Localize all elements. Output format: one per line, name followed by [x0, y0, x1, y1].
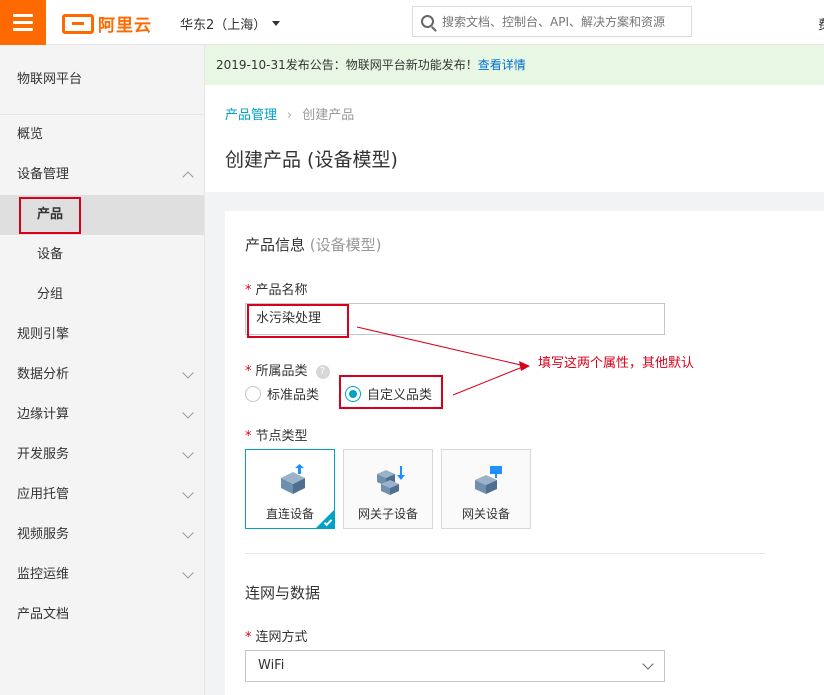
sidebar-item-rule-engine[interactable]: 规则引擎 [0, 315, 204, 355]
node-type-gateway-device[interactable]: 网关设备 [441, 449, 531, 529]
top-right-link[interactable]: 费 [818, 14, 824, 33]
field-label-text: 所属品类 [255, 364, 308, 379]
sidebar-item-monitoring[interactable]: 监控运维 [0, 555, 204, 595]
sidebar-item-product-docs[interactable]: 产品文档 [0, 595, 204, 635]
section-network-data: 连网与数据 [245, 584, 321, 602]
sidebar-item-data-analysis[interactable]: 数据分析 [0, 355, 204, 395]
sidebar-item-label: 开发服务 [17, 447, 70, 462]
region-selector[interactable]: 华东2（上海） [180, 14, 281, 33]
required-mark: * [245, 283, 252, 298]
breadcrumb: 产品管理 › 创建产品 [225, 104, 354, 123]
section-divider [245, 553, 765, 554]
sidebar-item-label: 产品 [37, 207, 64, 222]
node-type-gateway-sub-device[interactable]: 网关子设备 [343, 449, 433, 529]
search-icon [421, 15, 434, 28]
select-value: WiFi [258, 658, 285, 673]
sidebar-item-edge-computing[interactable]: 边缘计算 [0, 395, 204, 435]
sidebar-item-label: 视频服务 [17, 527, 70, 542]
sidebar-item-label: 产品文档 [17, 607, 70, 622]
field-label-text: 产品名称 [255, 283, 308, 298]
sidebar-item-label: 分组 [37, 287, 64, 302]
network-method-label: * 连网方式 [245, 626, 308, 645]
chevron-down-icon [182, 407, 194, 419]
sidebar-item-label: 应用托管 [17, 487, 70, 502]
sidebar-item-group[interactable]: 分组 [0, 275, 204, 315]
required-mark: * [245, 429, 252, 444]
sidebar: 物联网平台 概览 设备管理 产品 设备 分组 规则引擎 数据分析 边缘计算 开发… [0, 45, 205, 695]
global-search[interactable] [412, 6, 692, 37]
chevron-down-icon [182, 567, 194, 579]
radio-checked-icon [345, 385, 361, 402]
logo-text: 阿里云 [98, 16, 152, 36]
sidebar-item-overview[interactable]: 概览 [0, 115, 204, 155]
notice-details-link[interactable]: 查看详情 [478, 58, 526, 72]
node-type-label: * 节点类型 [245, 425, 308, 444]
field-label-text: 连网方式 [255, 630, 308, 645]
node-type-direct-device[interactable]: 直连设备 [245, 449, 335, 529]
help-icon[interactable]: ? [315, 364, 330, 379]
section-subtitle: (设备模型) [309, 236, 382, 254]
section-product-info: 产品信息 (设备模型) [245, 234, 382, 255]
network-method-select[interactable]: WiFi [245, 650, 665, 682]
caret-down-icon [272, 21, 281, 26]
breadcrumb-product-management[interactable]: 产品管理 [225, 108, 277, 123]
search-input[interactable] [442, 14, 682, 29]
node-type-label-text: 网关子设备 [357, 507, 418, 521]
aliyun-logo-icon [62, 13, 94, 34]
sidebar-item-label: 规则引擎 [17, 327, 70, 342]
menu-icon[interactable] [0, 0, 46, 45]
radio-label: 标准品类 [267, 388, 320, 403]
sidebar-item-device[interactable]: 设备 [0, 235, 204, 275]
chevron-down-icon [182, 367, 194, 379]
sidebar-item-label: 设备管理 [17, 167, 70, 182]
sidebar-item-dev-services[interactable]: 开发服务 [0, 435, 204, 475]
page-title: 创建产品 (设备模型) [225, 149, 398, 171]
sidebar-item-label: 概览 [17, 127, 44, 142]
required-mark: * [245, 364, 252, 379]
sidebar-item-video-services[interactable]: 视频服务 [0, 515, 204, 555]
section-title: 产品信息 [245, 236, 306, 254]
radio-icon [245, 385, 261, 402]
sidebar-item-label: 设备 [37, 247, 64, 262]
field-label-text: 节点类型 [255, 429, 308, 444]
sidebar-item-label: 边缘计算 [17, 407, 70, 422]
chevron-up-icon [182, 171, 194, 183]
breadcrumb-separator: › [287, 108, 293, 123]
aliyun-logo[interactable]: 阿里云 [62, 11, 152, 36]
category-label: * 所属品类? [245, 360, 330, 379]
chevron-down-icon [182, 487, 194, 499]
radio-label: 自定义品类 [367, 388, 433, 403]
sidebar-item-product[interactable]: 产品 [0, 195, 204, 235]
gateway-device-icon [475, 466, 502, 494]
chevron-down-icon [642, 658, 654, 670]
notice-text: 2019-10-31发布公告：物联网平台新功能发布！ [216, 58, 478, 72]
radio-standard-category[interactable]: 标准品类 [245, 384, 319, 403]
sidebar-item-label: 数据分析 [17, 367, 70, 382]
sidebar-item-label: 监控运维 [17, 567, 70, 582]
sidebar-title: 物联网平台 [0, 45, 204, 115]
chevron-down-icon [182, 527, 194, 539]
gateway-sub-device-icon [377, 466, 405, 495]
direct-device-icon [281, 464, 305, 494]
notice-bar: 2019-10-31发布公告：物联网平台新功能发布！查看详情 [205, 45, 824, 85]
breadcrumb-current: 创建产品 [302, 108, 355, 123]
page-header: 产品管理 › 创建产品 创建产品 (设备模型) [205, 85, 824, 192]
annotation-text: 填写这两个属性，其他默认 [538, 356, 695, 371]
region-label: 华东2（上海） [180, 18, 267, 33]
sidebar-item-device-management[interactable]: 设备管理 [0, 155, 204, 195]
required-mark: * [245, 630, 252, 645]
product-name-label: * 产品名称 [245, 279, 308, 298]
radio-custom-category[interactable]: 自定义品类 [345, 384, 432, 403]
product-name-input[interactable]: 水污染处理 [245, 303, 665, 335]
chevron-down-icon [182, 447, 194, 459]
top-bar: 阿里云 华东2（上海） 费 [0, 0, 824, 45]
sidebar-item-app-hosting[interactable]: 应用托管 [0, 475, 204, 515]
node-type-label-text: 网关设备 [461, 507, 510, 521]
